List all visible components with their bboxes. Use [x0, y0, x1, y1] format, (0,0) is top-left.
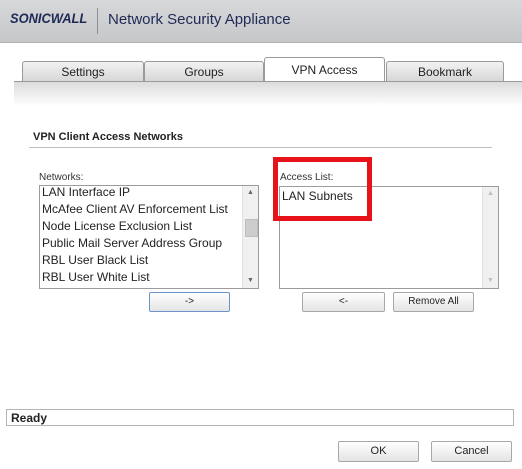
- section-divider: [29, 147, 492, 148]
- header-divider: [97, 8, 98, 34]
- remove-from-access-list-button[interactable]: <-: [302, 292, 385, 312]
- tab-panel-shade: [14, 82, 522, 106]
- highlight-annotation: [273, 157, 372, 221]
- sonicwall-logo: SONICWALL: [10, 10, 88, 26]
- ok-button[interactable]: OK: [338, 441, 419, 462]
- app-header: SONICWALL Network Security Appliance: [0, 0, 522, 43]
- scroll-up-icon[interactable]: ▲: [243, 186, 258, 200]
- scroll-down-icon[interactable]: ▼: [483, 274, 498, 288]
- scroll-up-icon[interactable]: ▲: [483, 187, 498, 201]
- tab-settings[interactable]: Settings: [22, 61, 144, 82]
- section-title: VPN Client Access Networks: [33, 131, 183, 143]
- networks-listbox[interactable]: LAN Interface IP McAfee Client AV Enforc…: [39, 185, 259, 289]
- scroll-down-icon[interactable]: ▼: [243, 274, 258, 288]
- tab-vpn-access[interactable]: VPN Access: [264, 57, 385, 83]
- remove-all-button[interactable]: Remove All: [393, 292, 474, 312]
- list-item[interactable]: LAN Interface IP: [40, 186, 242, 201]
- networks-scrollbar[interactable]: ▲ ▼: [242, 186, 258, 288]
- status-bar: Ready: [6, 409, 514, 426]
- list-item[interactable]: Node License Exclusion List: [40, 218, 242, 235]
- app-title: Network Security Appliance: [108, 11, 291, 28]
- cancel-button[interactable]: Cancel: [431, 441, 512, 462]
- networks-items: LAN Interface IP McAfee Client AV Enforc…: [40, 186, 242, 286]
- tab-bar: Settings Groups VPN Access Bookmark: [22, 57, 504, 83]
- networks-label: Networks:: [39, 172, 84, 183]
- access-list-scrollbar[interactable]: ▲ ▼: [482, 187, 498, 288]
- list-item[interactable]: RBL User Black List: [40, 252, 242, 269]
- add-to-access-list-button[interactable]: ->: [149, 292, 230, 312]
- list-item[interactable]: McAfee Client AV Enforcement List: [40, 201, 242, 218]
- list-item[interactable]: RBL User White List: [40, 269, 242, 286]
- tab-bookmark[interactable]: Bookmark: [386, 61, 504, 82]
- scroll-thumb[interactable]: [245, 219, 258, 237]
- tab-groups[interactable]: Groups: [144, 61, 264, 82]
- list-item[interactable]: Public Mail Server Address Group: [40, 235, 242, 252]
